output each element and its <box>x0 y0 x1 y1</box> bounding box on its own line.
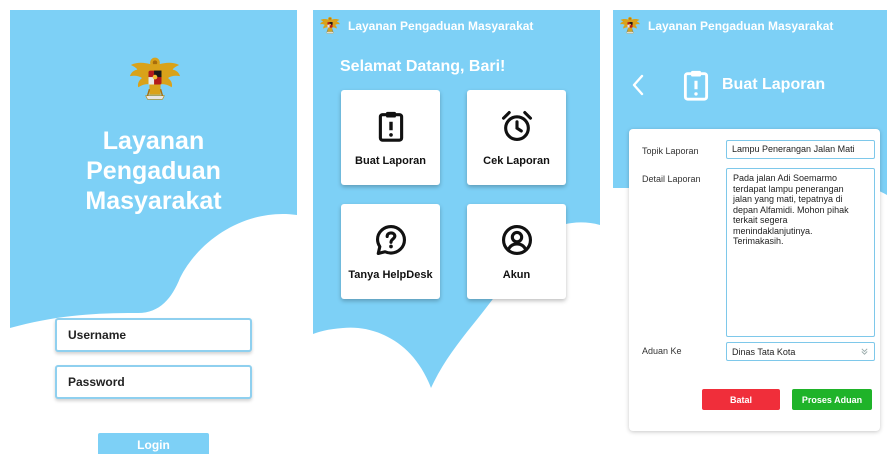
cancel-button[interactable]: Batal <box>702 389 780 410</box>
menu-screen: Layanan Pengaduan Masyarakat Selamat Dat… <box>313 10 600 454</box>
header-title: Layanan Pengaduan Masyarakat <box>348 19 534 33</box>
app-title-line: Layanan <box>102 127 205 155</box>
app-title-line: Masyarakat <box>85 187 222 215</box>
username-field[interactable] <box>55 318 252 352</box>
clipboard-alert-icon <box>378 111 403 142</box>
welcome-text: Selamat Datang, Bari! <box>340 58 506 75</box>
back-arrow-icon[interactable] <box>631 74 645 96</box>
aduan-ke-value: Dinas Tata Kota <box>732 346 796 357</box>
header-title: Layanan Pengaduan Masyarakat <box>648 19 834 33</box>
login-screen: Layanan Pengaduan Masyarakat Login <box>10 10 297 454</box>
submit-report-button[interactable]: Proses Aduan <box>792 389 872 410</box>
tile-label: Cek Laporan <box>483 154 550 167</box>
garuda-emblem-icon <box>127 52 183 104</box>
aduan-ke-select[interactable]: Dinas Tata Kota <box>726 342 875 361</box>
user-circle-icon <box>501 224 532 255</box>
garuda-emblem-icon <box>319 14 341 36</box>
topik-label: Topik Laporan <box>642 146 699 156</box>
alarm-clock-icon <box>501 110 532 141</box>
login-button[interactable]: Login <box>98 433 209 454</box>
tile-label: Buat Laporan <box>355 154 426 167</box>
tanya-helpdesk-tile[interactable]: Tanya HelpDesk <box>341 204 440 299</box>
tile-label: Akun <box>502 268 531 281</box>
detail-textarea[interactable]: Pada jalan Adi Soemarmo terdapat lampu p… <box>726 168 875 337</box>
clipboard-alert-icon <box>683 70 709 101</box>
report-form-screen: Layanan Pengaduan Masyarakat Buat Lapora… <box>613 10 887 454</box>
question-bubble-icon <box>375 224 406 255</box>
buat-laporan-tile[interactable]: Buat Laporan <box>341 90 440 185</box>
password-input[interactable] <box>68 375 250 389</box>
page-title: Buat Laporan <box>722 76 826 93</box>
app-title-line: Pengaduan <box>86 157 221 185</box>
report-form-card: Topik Laporan Lampu Penerangan Jalan Mat… <box>629 129 880 431</box>
double-chevron-down-icon <box>861 348 868 355</box>
detail-label: Detail Laporan <box>642 174 701 184</box>
topik-input[interactable]: Lampu Penerangan Jalan Mati <box>726 140 875 159</box>
app-title: Layanan Pengaduan Masyarakat <box>10 126 297 216</box>
username-input[interactable] <box>68 328 250 342</box>
password-field[interactable] <box>55 365 252 399</box>
akun-tile[interactable]: Akun <box>467 204 566 299</box>
garuda-emblem-icon <box>619 14 641 36</box>
aduan-ke-label: Aduan Ke <box>642 346 682 356</box>
cek-laporan-tile[interactable]: Cek Laporan <box>467 90 566 185</box>
tile-label: Tanya HelpDesk <box>348 268 433 281</box>
